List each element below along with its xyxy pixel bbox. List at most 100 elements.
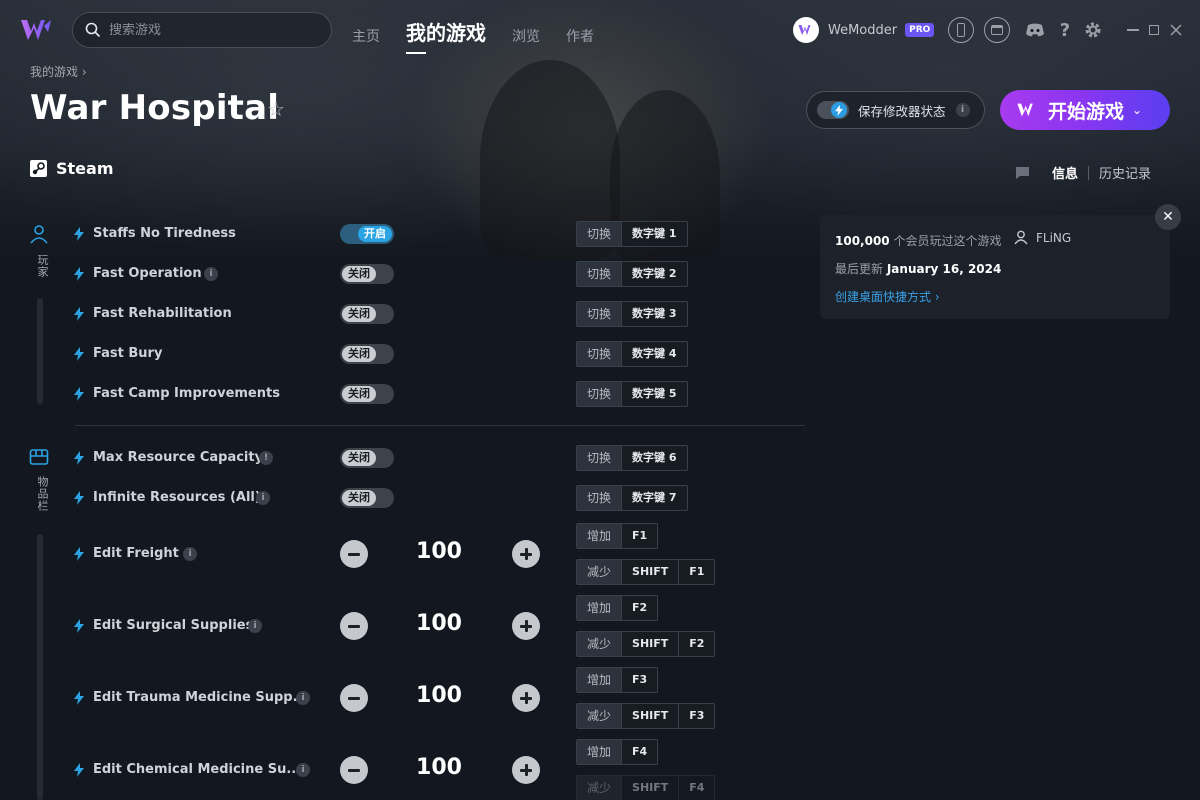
cheat-info-icon[interactable]: i — [248, 619, 262, 633]
hotkey-group[interactable]: 切换 数字键 2 — [576, 261, 688, 287]
cheat-toggle[interactable]: 关闭 — [340, 264, 394, 284]
nav-my-games[interactable]: 我的游戏 — [406, 17, 486, 54]
nav-creators[interactable]: 作者 — [566, 26, 594, 46]
wemod-logo-icon[interactable] — [20, 16, 52, 44]
phone-icon[interactable] — [948, 17, 974, 43]
hotkey-action-label[interactable]: 减少 — [577, 560, 622, 584]
hotkey-action-label[interactable]: 增加 — [577, 740, 622, 764]
play-button[interactable]: 开始游戏 ⌄ — [1000, 90, 1170, 130]
cheat-toggle[interactable]: 关闭 — [340, 304, 394, 324]
close-icon[interactable] — [1166, 20, 1186, 40]
increment-button[interactable] — [512, 756, 540, 784]
hotkey-group[interactable]: 减少 SHIFT F3 — [576, 703, 716, 729]
decrement-button[interactable] — [340, 684, 368, 712]
hotkey-group[interactable]: 切换 数字键 6 — [576, 445, 688, 471]
hotkey-key[interactable]: F2 — [678, 632, 714, 656]
hotkey-action-label[interactable]: 切换 — [577, 446, 622, 470]
hotkey-key[interactable]: F2 — [621, 596, 657, 620]
notes-icon[interactable] — [1015, 166, 1030, 180]
hotkey-group[interactable]: 切换 数字键 5 — [576, 381, 688, 407]
hotkey-action-label[interactable]: 减少 — [577, 776, 622, 800]
hotkey-key[interactable]: 数字键 6 — [621, 446, 686, 470]
hotkey-action-label[interactable]: 增加 — [577, 596, 622, 620]
hotkey-action-label[interactable]: 切换 — [577, 382, 622, 406]
cheat-value[interactable]: 100 — [398, 755, 480, 780]
increment-button[interactable] — [512, 612, 540, 640]
save-state-toggle[interactable] — [817, 101, 849, 119]
tab-history[interactable]: 历史记录 — [1099, 163, 1151, 182]
info-icon[interactable]: i — [955, 103, 970, 117]
chevron-down-icon[interactable]: ⌄ — [1132, 103, 1142, 117]
hotkey-action-label[interactable]: 切换 — [577, 262, 622, 286]
hotkey-key[interactable]: F1 — [621, 524, 657, 548]
hotkey-action-label[interactable]: 减少 — [577, 632, 622, 656]
hotkey-key[interactable]: 数字键 2 — [621, 262, 686, 286]
breadcrumb[interactable]: 我的游戏 › — [30, 63, 87, 80]
hotkey-action-label[interactable]: 切换 — [577, 342, 622, 366]
cheat-info-icon[interactable]: i — [256, 491, 270, 505]
hotkey-key[interactable]: SHIFT — [621, 704, 678, 728]
cheat-info-icon[interactable]: i — [296, 763, 310, 777]
cheat-toggle[interactable]: 关闭 — [340, 488, 394, 508]
hotkey-key[interactable]: 数字键 3 — [621, 302, 686, 326]
hotkey-action-label[interactable]: 增加 — [577, 668, 622, 692]
search-box[interactable] — [72, 12, 332, 48]
gear-icon[interactable] — [1080, 17, 1106, 43]
overlay-icon[interactable] — [984, 17, 1010, 43]
hotkey-group[interactable]: 增加 F3 — [576, 667, 659, 693]
discord-icon[interactable] — [1022, 17, 1048, 43]
hotkey-group[interactable]: 切换 数字键 7 — [576, 485, 688, 511]
hotkey-key[interactable]: SHIFT — [621, 632, 678, 656]
hotkey-group[interactable]: 增加 F1 — [576, 523, 659, 549]
decrement-button[interactable] — [340, 756, 368, 784]
cheat-value[interactable]: 100 — [398, 611, 480, 636]
hotkey-action-label[interactable]: 切换 — [577, 486, 622, 510]
cheat-info-icon[interactable]: ! — [259, 451, 273, 465]
search-input[interactable] — [109, 22, 309, 38]
hotkey-key[interactable]: F4 — [678, 776, 714, 800]
hotkey-action-label[interactable]: 减少 — [577, 704, 622, 728]
cheat-info-icon[interactable]: i — [204, 267, 218, 281]
hotkey-key[interactable]: SHIFT — [621, 776, 678, 800]
hotkey-key[interactable]: F3 — [621, 668, 657, 692]
save-state-button[interactable]: 保存修改器状态 i — [806, 91, 985, 129]
hotkey-key[interactable]: 数字键 1 — [621, 222, 686, 246]
hotkey-action-label[interactable]: 切换 — [577, 222, 622, 246]
hotkey-group[interactable]: 减少 SHIFT F4 — [576, 775, 716, 800]
cheat-value[interactable]: 100 — [398, 539, 480, 564]
hotkey-key[interactable]: F1 — [678, 560, 714, 584]
cheat-toggle[interactable]: 关闭 — [340, 448, 394, 468]
cheat-toggle[interactable]: 关闭 — [340, 344, 394, 364]
cheat-toggle[interactable]: 开启 — [340, 224, 394, 244]
create-shortcut-link[interactable]: 创建桌面快捷方式 › — [835, 288, 940, 305]
hotkey-action-label[interactable]: 切换 — [577, 302, 622, 326]
increment-button[interactable] — [512, 684, 540, 712]
hotkey-group[interactable]: 增加 F2 — [576, 595, 659, 621]
user-menu[interactable]: WeModder PRO — [793, 17, 935, 43]
hotkey-key[interactable]: F3 — [678, 704, 714, 728]
hotkey-action-label[interactable]: 增加 — [577, 524, 622, 548]
hotkey-group[interactable]: 增加 F4 — [576, 739, 659, 765]
cheat-info-icon[interactable]: i — [296, 691, 310, 705]
hotkey-group[interactable]: 切换 数字键 3 — [576, 301, 688, 327]
cheat-toggle[interactable]: 关闭 — [340, 384, 394, 404]
help-icon[interactable]: ? — [1052, 17, 1078, 43]
hotkey-key[interactable]: 数字键 4 — [621, 342, 686, 366]
hotkey-key[interactable]: 数字键 7 — [621, 486, 686, 510]
decrement-button[interactable] — [340, 612, 368, 640]
hotkey-key[interactable]: 数字键 5 — [621, 382, 686, 406]
cheat-value[interactable]: 100 — [398, 683, 480, 708]
decrement-button[interactable] — [340, 540, 368, 568]
hotkey-key[interactable]: F4 — [621, 740, 657, 764]
increment-button[interactable] — [512, 540, 540, 568]
hotkey-group[interactable]: 切换 数字键 4 — [576, 341, 688, 367]
hotkey-key[interactable]: SHIFT — [621, 560, 678, 584]
favorite-star-icon[interactable]: ☆ — [267, 97, 285, 121]
author-link[interactable]: FLiNG — [1014, 230, 1071, 245]
maximize-icon[interactable] — [1144, 20, 1164, 40]
hotkey-group[interactable]: 减少 SHIFT F1 — [576, 559, 716, 585]
minimize-icon[interactable] — [1123, 20, 1143, 40]
tab-info[interactable]: 信息 — [1052, 163, 1078, 182]
cheat-info-icon[interactable]: i — [183, 547, 197, 561]
nav-home[interactable]: 主页 — [352, 26, 380, 46]
